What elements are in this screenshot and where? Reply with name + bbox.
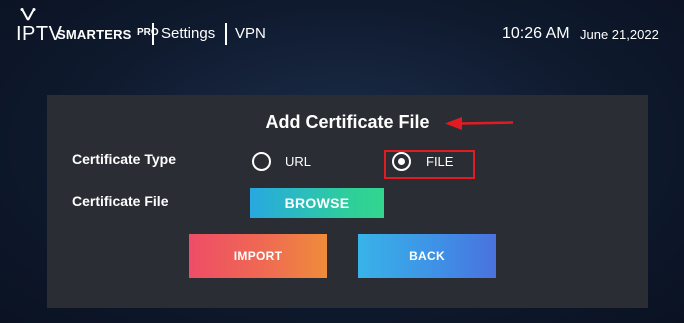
radio-url[interactable]: URL [252, 152, 332, 174]
breadcrumb-vpn: VPN [235, 25, 266, 42]
back-button[interactable]: BACK [358, 234, 496, 278]
clock-date: June 21,2022 [580, 27, 659, 42]
breadcrumb-settings[interactable]: Settings [161, 25, 215, 42]
browse-button[interactable]: BROWSE [250, 188, 384, 218]
certificate-type-label: Certificate Type [72, 151, 176, 167]
radio-url-label: URL [285, 154, 312, 169]
radio-circle-url[interactable] [252, 152, 271, 171]
breadcrumb-divider [152, 23, 154, 45]
clock-time: 10:26 AM [502, 25, 570, 42]
tv-antenna-icon [20, 8, 36, 21]
breadcrumb-divider [225, 23, 227, 45]
dialog-title: Add Certificate File [265, 112, 430, 132]
file-option-highlight [384, 150, 475, 179]
top-bar: IPTV SMARTERS PRO Settings VPN 10:26 AM … [0, 0, 684, 70]
logo-iptv-text: IPTV [16, 23, 63, 45]
logo-pro-text: PRO [137, 27, 159, 38]
arrow-left-icon [445, 117, 514, 130]
app-logo: IPTV SMARTERS PRO [14, 8, 159, 48]
logo-smarters-text: SMARTERS [57, 27, 132, 42]
import-button[interactable]: IMPORT [189, 234, 327, 278]
certificate-file-label: Certificate File [72, 193, 169, 209]
add-certificate-dialog: Add Certificate File Certificate Type UR… [47, 95, 648, 308]
